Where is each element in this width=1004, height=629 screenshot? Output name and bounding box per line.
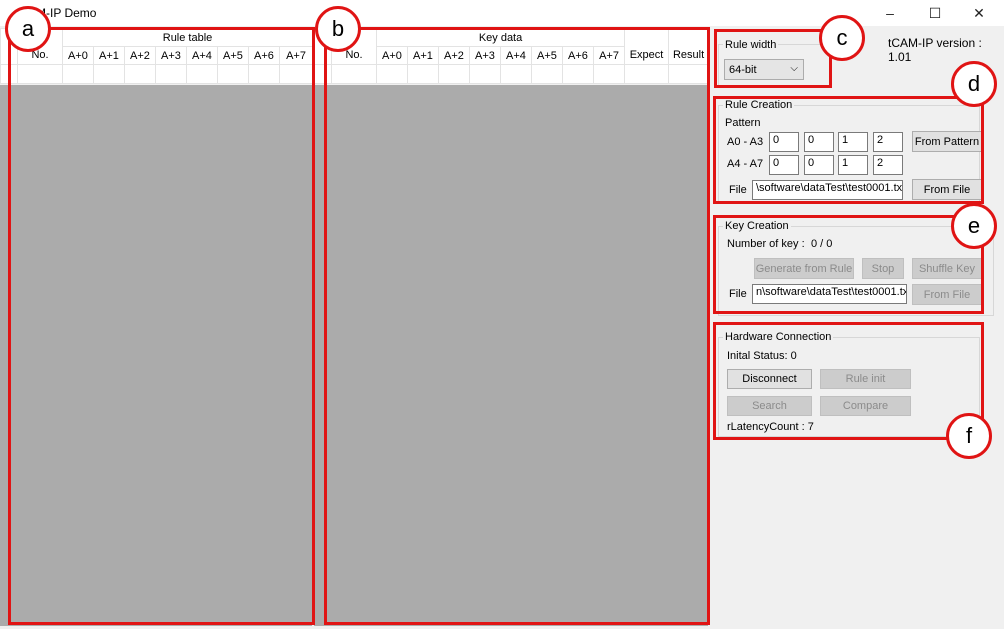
minimize-button[interactable]: – <box>868 0 912 26</box>
close-button[interactable]: ✕ <box>957 0 1001 26</box>
version-label: tCAM-IP version : 1.01 <box>888 36 982 64</box>
annotation-label-a: a <box>5 6 51 52</box>
maximize-button[interactable]: ☐ <box>913 0 957 26</box>
annotation-box-b <box>324 27 710 625</box>
annotation-box-d <box>713 96 984 204</box>
annotation-box-a <box>8 27 315 625</box>
annotation-label-e: e <box>951 203 997 249</box>
annotation-label-b: b <box>315 6 361 52</box>
annotation-box-e <box>713 215 984 314</box>
annotation-label-d: d <box>951 61 997 107</box>
annotation-label-c: c <box>819 15 865 61</box>
annotation-label-f: f <box>946 413 992 459</box>
annotation-box-c <box>714 29 832 88</box>
annotation-box-f <box>713 322 984 440</box>
